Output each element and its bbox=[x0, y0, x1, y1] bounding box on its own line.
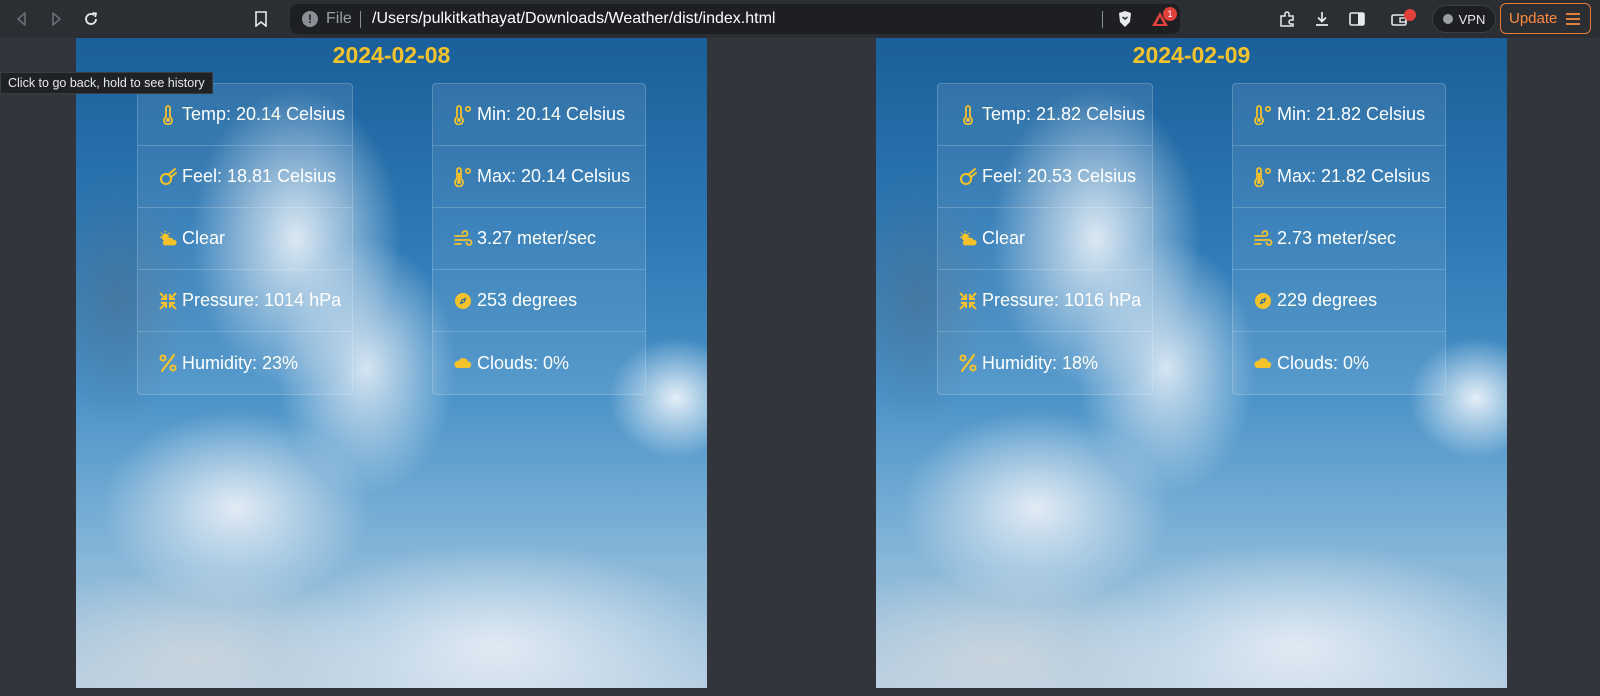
weather-stat-row: Min: 20.14 Celsius bbox=[433, 84, 645, 146]
url-divider bbox=[1102, 11, 1103, 28]
weather-stat-text: Humidity: 23% bbox=[182, 352, 299, 373]
wind-icon bbox=[1253, 228, 1273, 250]
weather-stat-text: Clouds: 0% bbox=[1277, 352, 1370, 373]
weather-stats-left: Temp: 21.82 Celsius Feel: 20.53 Celsius Cl… bbox=[937, 83, 1153, 395]
sidebar-button[interactable] bbox=[1344, 6, 1370, 32]
weather-stat-row: 229 degrees bbox=[1233, 270, 1445, 332]
weather-stat-text: 229 degrees bbox=[1277, 290, 1378, 310]
compress-icon bbox=[158, 290, 178, 312]
weather-stat-text: Max: 21.82 Celsius bbox=[1277, 166, 1431, 186]
thermometer-icon bbox=[958, 104, 978, 126]
weather-stat-row: Humidity: 18% bbox=[938, 332, 1152, 394]
weather-stat-text: 2.73 meter/sec bbox=[1277, 228, 1397, 248]
update-label: Update bbox=[1509, 10, 1558, 27]
weather-stat-text: Feel: 18.81 Celsius bbox=[182, 166, 337, 186]
weather-stat-text: Max: 20.14 Celsius bbox=[477, 166, 631, 186]
compress-icon bbox=[958, 290, 978, 312]
meteor-icon bbox=[158, 166, 178, 188]
vpn-status-icon bbox=[1442, 14, 1453, 24]
wind-icon bbox=[453, 228, 473, 250]
url-text[interactable]: /Users/pulkitkathayat/Downloads/Weather/… bbox=[372, 10, 775, 28]
compass-icon bbox=[453, 290, 473, 312]
weather-stat-text: 253 degrees bbox=[477, 290, 578, 310]
percent-icon bbox=[958, 352, 978, 374]
weather-stat-text: Min: 20.14 Celsius bbox=[477, 104, 626, 124]
weather-stats-right: Min: 20.14 Celsius Max: 20.14 Celsius 3.27… bbox=[432, 83, 646, 395]
forward-arrow-icon bbox=[52, 12, 61, 26]
extensions-button[interactable] bbox=[1274, 6, 1300, 32]
weather-stat-text: Pressure: 1016 hPa bbox=[982, 290, 1142, 310]
rewards-badge: 1 bbox=[1163, 7, 1177, 21]
weather-stats-left: Temp: 20.14 Celsius Feel: 18.81 Celsius Cl… bbox=[137, 83, 353, 395]
sun-cloud-icon bbox=[158, 228, 178, 250]
vpn-button[interactable]: VPN bbox=[1432, 5, 1496, 33]
weather-stat-row: Feel: 18.81 Celsius bbox=[138, 146, 352, 208]
weather-stat-row: Max: 20.14 Celsius bbox=[433, 146, 645, 208]
weather-stat-row: Pressure: 1014 hPa bbox=[138, 270, 352, 332]
forecast-date: 2024-02-09 bbox=[1132, 42, 1251, 68]
weather-stat-text: Clear bbox=[182, 228, 226, 248]
temperature-low-icon bbox=[453, 104, 473, 126]
sun-cloud-icon bbox=[958, 228, 978, 250]
weather-stat-text: Temp: 20.14 Celsius bbox=[182, 104, 346, 124]
meteor-icon bbox=[958, 166, 978, 188]
browser-toolbar: ! File /Users/pulkitkathayat/Downloads/W… bbox=[0, 0, 1600, 38]
reload-button[interactable] bbox=[78, 6, 104, 32]
back-arrow-icon bbox=[17, 12, 26, 26]
weather-stat-text: 3.27 meter/sec bbox=[477, 228, 597, 248]
cloud-icon bbox=[453, 352, 473, 374]
download-icon bbox=[1316, 12, 1328, 26]
back-button-tooltip: Click to go back, hold to see history bbox=[0, 72, 213, 94]
weather-stat-text: Feel: 20.53 Celsius bbox=[982, 166, 1137, 186]
thermometer-icon bbox=[158, 104, 178, 126]
weather-stat-row: Humidity: 23% bbox=[138, 332, 352, 394]
temperature-high-icon bbox=[1253, 166, 1273, 188]
weather-stat-row: Feel: 20.53 Celsius bbox=[938, 146, 1152, 208]
hamburger-menu-icon bbox=[1566, 12, 1581, 25]
weather-stat-row: Min: 21.82 Celsius bbox=[1233, 84, 1445, 146]
weather-stat-row: Clear bbox=[938, 208, 1152, 270]
weather-stats-right: Min: 21.82 Celsius Max: 21.82 Celsius 2.73… bbox=[1232, 83, 1446, 395]
weather-stat-text: Temp: 21.82 Celsius bbox=[982, 104, 1146, 124]
site-info-icon[interactable]: ! bbox=[302, 11, 318, 27]
forward-button[interactable] bbox=[43, 6, 69, 32]
weather-stat-row: 2.73 meter/sec bbox=[1233, 208, 1445, 270]
update-button[interactable]: Update bbox=[1500, 3, 1591, 34]
temperature-high-icon bbox=[453, 166, 473, 188]
weather-card-day-2: 2024-02-09 Temp: 21.82 Celsius Feel: 20.5… bbox=[876, 38, 1507, 688]
weather-stat-row: Pressure: 1016 hPa bbox=[938, 270, 1152, 332]
weather-stat-text: Min: 21.82 Celsius bbox=[1277, 104, 1426, 124]
vpn-label: VPN bbox=[1458, 11, 1486, 27]
url-scheme-label: File bbox=[326, 10, 352, 27]
weather-stat-row: Clear bbox=[138, 208, 352, 270]
weather-stat-row: 253 degrees bbox=[433, 270, 645, 332]
weather-card-day-1: 2024-02-08 Temp: 20.14 Celsius Feel: 18.8… bbox=[76, 38, 707, 688]
weather-stat-row: Clouds: 0% bbox=[1233, 332, 1445, 394]
forecast-date: 2024-02-08 bbox=[332, 42, 451, 68]
weather-stat-row: Clouds: 0% bbox=[433, 332, 645, 394]
reload-icon bbox=[85, 12, 98, 25]
weather-stat-row: 3.27 meter/sec bbox=[433, 208, 645, 270]
url-divider bbox=[360, 11, 361, 28]
compass-icon bbox=[1253, 290, 1273, 312]
weather-stat-text: Pressure: 1014 hPa bbox=[182, 290, 342, 310]
weather-stat-text: Clouds: 0% bbox=[477, 352, 570, 373]
percent-icon bbox=[158, 352, 178, 374]
wallet-notification-dot bbox=[1404, 9, 1416, 21]
weather-stat-text: Clear bbox=[982, 228, 1026, 248]
downloads-button[interactable] bbox=[1309, 6, 1335, 32]
address-bar[interactable]: ! File /Users/pulkitkathayat/Downloads/W… bbox=[290, 4, 1180, 34]
cloud-icon bbox=[1253, 352, 1273, 374]
bookmark-icon bbox=[255, 11, 267, 27]
back-button[interactable] bbox=[9, 6, 35, 32]
brave-shield-icon bbox=[1119, 11, 1131, 27]
temperature-low-icon bbox=[1253, 104, 1273, 126]
weather-stat-row: Max: 21.82 Celsius bbox=[1233, 146, 1445, 208]
weather-stat-text: Humidity: 18% bbox=[982, 352, 1099, 373]
weather-stat-row: Temp: 21.82 Celsius bbox=[938, 84, 1152, 146]
brave-shields-button[interactable] bbox=[1115, 9, 1135, 34]
sidebar-icon bbox=[1349, 12, 1365, 26]
puzzle-icon bbox=[1280, 11, 1294, 27]
bookmark-button[interactable] bbox=[248, 6, 274, 32]
